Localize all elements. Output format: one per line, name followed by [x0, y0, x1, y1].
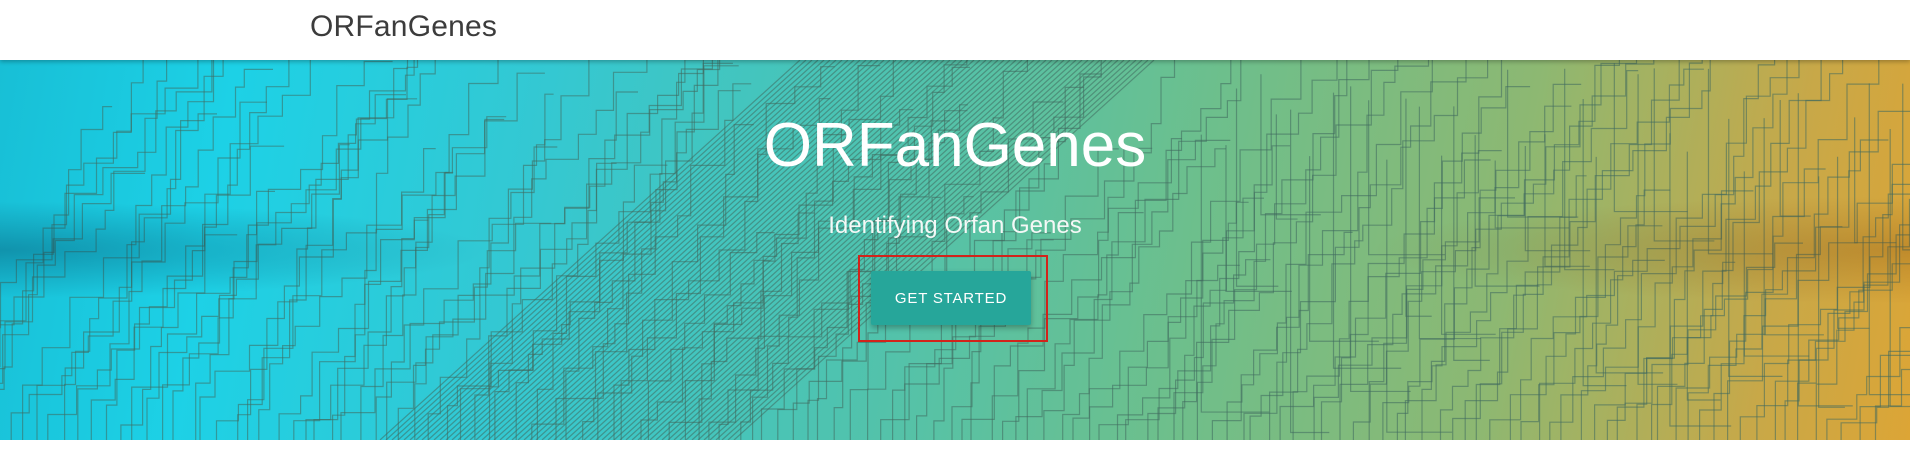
navbar: ORFanGenes — [0, 0, 1910, 60]
get-started-button[interactable]: GET STARTED — [871, 271, 1031, 325]
brand-logo-link[interactable]: ORFanGenes — [310, 10, 497, 44]
hero-title: ORFanGenes — [763, 111, 1147, 180]
hero-subtitle: Identifying Orfan Genes — [828, 212, 1082, 239]
hero-banner: ORFanGenes Identifying Orfan Genes GET S… — [0, 60, 1910, 440]
